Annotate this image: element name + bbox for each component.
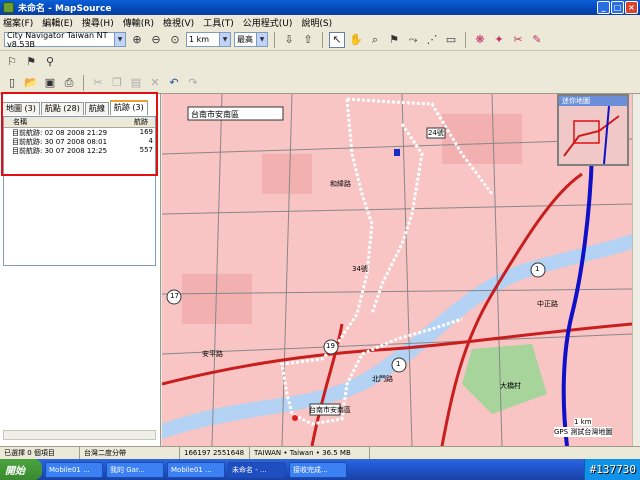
taskbar-item[interactable]: Mobile01 ... [167, 461, 225, 478]
label-corner: GPS 測試台灣地圖 [554, 427, 613, 437]
red-highlight-box [1, 92, 158, 176]
label-num1b: 1 [396, 360, 401, 368]
route-tool-icon[interactable]: ⤳ [405, 32, 421, 48]
hand-tool-icon[interactable]: ✋ [348, 32, 364, 48]
mini-map-canvas [559, 105, 627, 165]
scale-select[interactable]: 1 km ▼ [186, 32, 231, 47]
label-road24: 24號 [428, 129, 444, 137]
toolbar-file: ▯ 📂 ▣ ⎙ ✂ ❐ ▤ ✕ ↶ ↷ [0, 72, 640, 94]
chevron-down-icon: ▼ [114, 33, 125, 46]
vertical-scrollbar[interactable] [632, 94, 640, 446]
title-bar: 未命名 - MapSource _ □ × [0, 0, 640, 15]
status-datum: 台灣二度分帶(Taiwan(TWD67)) [80, 447, 180, 469]
app-icon [3, 2, 14, 13]
pen-tool-icon[interactable]: ✎ [529, 32, 545, 48]
minimize-button[interactable]: _ [597, 1, 610, 14]
status-selection: 已選擇 0 個項目 [0, 447, 80, 459]
copy-icon[interactable]: ❐ [109, 75, 125, 91]
find-address-icon[interactable]: ⚑ [23, 54, 39, 70]
label-num1a: 1 [535, 265, 540, 273]
redo-icon[interactable]: ↷ [185, 75, 201, 91]
status-region: TAIWAN • Taiwan • 36.5 MB [250, 447, 370, 459]
horizontal-scrollbar[interactable] [3, 430, 156, 440]
track-tool-icon[interactable]: ⋰ [424, 32, 440, 48]
open-file-icon[interactable]: 📂 [23, 75, 39, 91]
watermark-text: #137730 [589, 463, 636, 476]
label-scale: 1 km [574, 418, 592, 426]
find-place-icon[interactable]: ⚐ [4, 54, 20, 70]
waypoint-flag [394, 149, 400, 156]
status-bar: 已選擇 0 個項目 台灣二度分帶(Taiwan(TWD67)) 166197 2… [0, 446, 640, 469]
menu-view[interactable]: 檢視(V) [163, 16, 194, 29]
close-button[interactable]: × [625, 1, 638, 14]
find-poi-icon[interactable]: ⚲ [42, 54, 58, 70]
map-tool-icon[interactable]: ❋ [472, 32, 488, 48]
chevron-down-icon: ▼ [256, 33, 267, 46]
save-file-icon[interactable]: ▣ [42, 75, 58, 91]
label-num19: 19 [326, 342, 335, 350]
menu-bar: 檔案(F) 編輯(E) 搜尋(H) 傳輸(R) 檢視(V) 工具(T) 公用程式… [0, 15, 640, 29]
mini-map-title: 迷你地圖 [559, 96, 627, 106]
start-button[interactable]: 開始 [0, 459, 42, 480]
menu-transfer[interactable]: 傳輸(R) [123, 16, 154, 29]
zoom-out-icon[interactable]: ⊖ [148, 32, 164, 48]
toolbar-gps: ⚐ ⚑ ⚲ [0, 51, 640, 73]
label-place5: 大橋村 [500, 382, 521, 390]
zoom-box-icon[interactable]: ⊙ [167, 32, 183, 48]
measure-tool-icon[interactable]: ▭ [443, 32, 459, 48]
zoom-in-icon[interactable]: ⊕ [129, 32, 145, 48]
product-select[interactable]: City Navigator Taiwan NT v8.53B ▼ [4, 31, 126, 49]
taskbar-item[interactable]: 接收完成... [289, 461, 347, 478]
taskbar: 開始 Mobile01 ... 我的 Gar... Mobile01 ... 未… [0, 459, 640, 480]
menu-file[interactable]: 檔案(F) [3, 16, 33, 29]
zoom-tool-icon[interactable]: ⌕ [367, 32, 383, 48]
taskbar-item[interactable]: Mobile01 ... [45, 461, 103, 478]
print-icon[interactable]: ⎙ [61, 75, 77, 91]
status-coords: 166197 2551648 [180, 447, 250, 459]
menu-help[interactable]: 說明(S) [301, 16, 332, 29]
maximize-button[interactable]: □ [611, 1, 624, 14]
label-district: 台南市安南區 [191, 110, 239, 119]
taskbar-item[interactable]: 我的 Gar... [106, 461, 164, 478]
mini-map[interactable]: 迷你地圖 [557, 94, 629, 166]
delete-icon[interactable]: ✕ [147, 75, 163, 91]
detail-select[interactable]: 最高 ▼ [234, 32, 268, 47]
window-title: 未命名 - MapSource [18, 4, 112, 14]
toolbar-main: City Navigator Taiwan NT v8.53B ▼ ⊕ ⊖ ⊙ 1… [0, 29, 640, 51]
erase-tool-icon[interactable]: ✦ [491, 32, 507, 48]
label-place3: 中正路 [537, 300, 558, 308]
menu-utilities[interactable]: 公用程式(U) [243, 16, 293, 29]
paste-icon[interactable]: ▤ [128, 75, 144, 91]
menu-search[interactable]: 搜尋(H) [82, 16, 114, 29]
label-place1: 北門路 [372, 375, 393, 383]
map-view[interactable]: 台南市安南區 24號 34號 19 17 1 1 北門路 安平路 中正路 和緯路… [162, 94, 632, 446]
menu-tools[interactable]: 工具(T) [203, 16, 234, 29]
label-place2: 安平路 [202, 350, 223, 358]
cut-icon[interactable]: ✂ [90, 75, 106, 91]
label-road34: 34號 [352, 265, 368, 273]
chevron-down-icon: ▼ [219, 33, 230, 46]
taskbar-item-active[interactable]: 未命名 - ... [228, 461, 286, 478]
select-tool-icon[interactable]: ↖ [329, 31, 345, 48]
send-icon[interactable]: ⇧ [300, 32, 316, 48]
label-place4: 和緯路 [330, 180, 351, 188]
menu-edit[interactable]: 編輯(E) [42, 16, 73, 29]
label-tw-marker: 台南市安南區 [309, 406, 351, 414]
receive-icon[interactable]: ⇩ [281, 32, 297, 48]
waypoint-tool-icon[interactable]: ⚑ [386, 32, 402, 48]
new-file-icon[interactable]: ▯ [4, 75, 20, 91]
undo-icon[interactable]: ↶ [166, 75, 182, 91]
split-tool-icon[interactable]: ✂ [510, 32, 526, 48]
label-num17: 17 [170, 292, 179, 300]
waypoint-dot [292, 415, 298, 421]
